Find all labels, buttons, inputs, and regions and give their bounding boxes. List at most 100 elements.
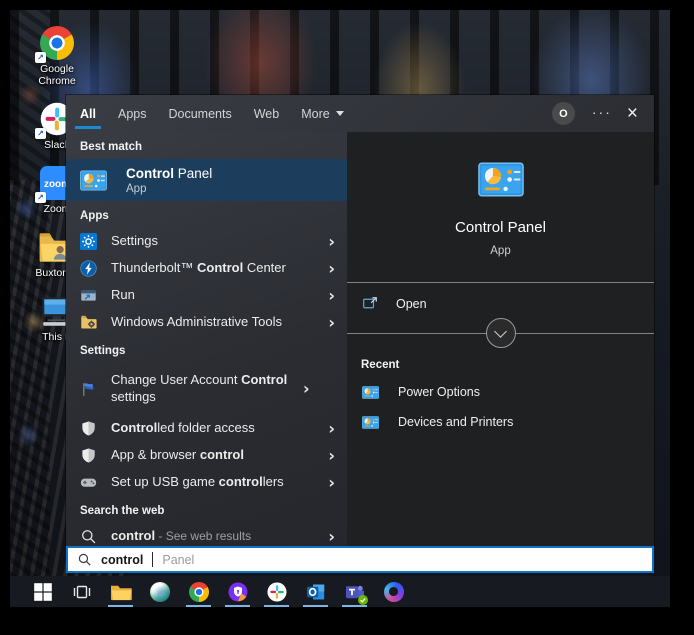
result-app-browser-control[interactable]: App & browser control › — [66, 442, 347, 469]
outlook-icon — [306, 582, 326, 602]
uac-flag-icon — [80, 381, 97, 398]
tab-label: Documents — [168, 106, 232, 121]
green-sphere-app-icon — [149, 581, 170, 602]
results-column: Best match Control Panel App Apps Setting… — [66, 132, 347, 546]
taskbar-outlook[interactable] — [296, 576, 335, 607]
label-segment: Control — [126, 165, 174, 181]
tab-web[interactable]: Web — [254, 95, 279, 132]
result-run[interactable]: Run › — [66, 282, 347, 309]
label-segment: Thunderbolt™ — [111, 260, 197, 276]
best-match-subtitle: App — [126, 182, 147, 195]
tab-label: Apps — [117, 106, 147, 121]
search-magnifier-icon — [80, 528, 97, 545]
label-segment: Panel — [174, 165, 213, 181]
shortcut-arrow-icon: ↗ — [35, 192, 46, 204]
result-label: Controlled folder access — [111, 420, 314, 437]
security-shield-app-icon — [228, 582, 248, 602]
windows-desktop: { "colors": { "accent_blue": "#1a8ad1", … — [0, 0, 694, 635]
close-icon[interactable]: × — [627, 104, 638, 123]
taskbar-security-app[interactable] — [218, 576, 257, 607]
taskbar-app-green-sphere[interactable] — [140, 576, 179, 607]
tab-more[interactable]: More — [301, 95, 344, 132]
section-header: Search the web — [80, 505, 165, 517]
tab-all[interactable]: All — [80, 95, 96, 132]
search-panel-body: Best match Control Panel App Apps Setting… — [66, 132, 654, 546]
tab-label: More — [301, 106, 330, 121]
recent-devices-and-printers[interactable]: Devices and Printers — [347, 407, 654, 437]
taskbar-active-indicator — [342, 604, 367, 607]
expand-divider — [347, 318, 654, 348]
result-settings[interactable]: Settings › — [66, 228, 347, 255]
thunderbolt-icon — [80, 260, 97, 277]
tab-label: Web — [253, 106, 280, 121]
taskbar-active-indicator — [186, 604, 211, 607]
admin-tools-folder-icon — [80, 314, 97, 331]
recent-power-options[interactable]: Power Options — [347, 377, 654, 407]
result-label: Thunderbolt™ Control Center — [111, 260, 314, 277]
label-segment: control — [199, 447, 244, 463]
taskbar-file-explorer[interactable] — [101, 576, 140, 607]
result-control-panel-best-match[interactable]: Control Panel App — [66, 159, 347, 201]
result-label: App & browser control — [111, 447, 314, 464]
result-label: Windows Administrative Tools — [111, 314, 314, 331]
label-segment: Control — [111, 420, 158, 436]
slack-icon — [266, 581, 287, 602]
result-change-uac-settings[interactable]: Change User Account Control settings › — [66, 363, 347, 415]
search-filter-tabbar: All Apps Documents Web More O ··· × — [66, 95, 654, 132]
control-panel-icon — [477, 162, 524, 197]
label-segment: Change User Account — [111, 372, 242, 388]
search-magnifier-dark-icon — [77, 552, 92, 567]
result-label: Settings — [111, 233, 314, 250]
options-ellipsis-icon[interactable]: ··· — [592, 104, 612, 120]
file-explorer-icon — [110, 583, 132, 601]
shortcut-arrow-icon: ↗ — [35, 52, 46, 63]
tab-documents[interactable]: Documents — [168, 95, 231, 132]
result-sections: Apps Settings › Thunderbolt™ Control Center… — [66, 201, 347, 546]
taskbar-teams[interactable] — [335, 576, 374, 607]
copilot-icon — [383, 581, 404, 602]
label-segment: Center — [243, 260, 286, 276]
label-segment: Windows Administrative Tools — [111, 314, 282, 330]
label-segment: Run — [111, 287, 135, 303]
desktop-screen: ↗ Google Chrome ↗ Slack zoom ↗ Zoom Buxton C Thi… — [10, 10, 670, 607]
recent-list: Power Options Devices and Printers — [347, 377, 654, 437]
desktop-icon-google-chrome[interactable]: ↗ Google Chrome — [22, 26, 92, 87]
chrome-icon — [188, 581, 209, 602]
taskbar-copilot[interactable] — [374, 576, 413, 607]
status-available-badge — [357, 594, 368, 605]
result-label: Run — [111, 287, 314, 304]
label-segment: settings — [111, 389, 156, 404]
taskbar-slack[interactable] — [257, 576, 296, 607]
result-control-web-search[interactable]: control - See web results › — [66, 523, 347, 546]
result-usb-game-controllers[interactable]: Set up USB game controllers › — [66, 469, 347, 496]
result-controlled-folder-access[interactable]: Controlled folder access › — [66, 415, 347, 442]
taskbar-active-indicator — [303, 604, 328, 607]
search-input[interactable]: control Panel — [66, 546, 654, 573]
result-windows-administrative-tools[interactable]: Windows Administrative Tools › — [66, 309, 347, 336]
taskbar-task-view[interactable] — [62, 576, 101, 607]
taskbar-chrome[interactable] — [179, 576, 218, 607]
taskbar — [10, 576, 670, 607]
result-label: Change User Account Control settings — [111, 372, 289, 406]
label-segment: Settings — [111, 233, 158, 249]
expand-chevron-button[interactable] — [485, 318, 516, 348]
chevron-right-icon: › — [328, 472, 335, 492]
preview-subtitle: App — [490, 245, 511, 257]
run-window-icon — [80, 287, 97, 304]
tab-apps[interactable]: Apps — [118, 95, 147, 132]
open-label: Open — [396, 296, 427, 311]
label-segment: - See web results — [155, 529, 252, 544]
search-suggestion-text: Panel — [162, 552, 195, 567]
chevron-down-icon — [335, 111, 344, 116]
settings-gear-icon — [80, 233, 97, 250]
taskbar-start[interactable] — [23, 576, 62, 607]
chevron-right-icon: › — [328, 445, 335, 465]
user-avatar[interactable]: O — [551, 102, 575, 125]
taskbar-active-indicator — [264, 604, 289, 607]
defender-shield-icon — [80, 447, 97, 464]
result-thunderbolt-control-center[interactable]: Thunderbolt™ Control Center › — [66, 255, 347, 282]
windows-logo-icon — [33, 582, 53, 602]
label-segment: lers — [262, 474, 284, 490]
control-panel-icon — [362, 385, 379, 399]
chrome-icon: ↗ — [35, 26, 76, 63]
